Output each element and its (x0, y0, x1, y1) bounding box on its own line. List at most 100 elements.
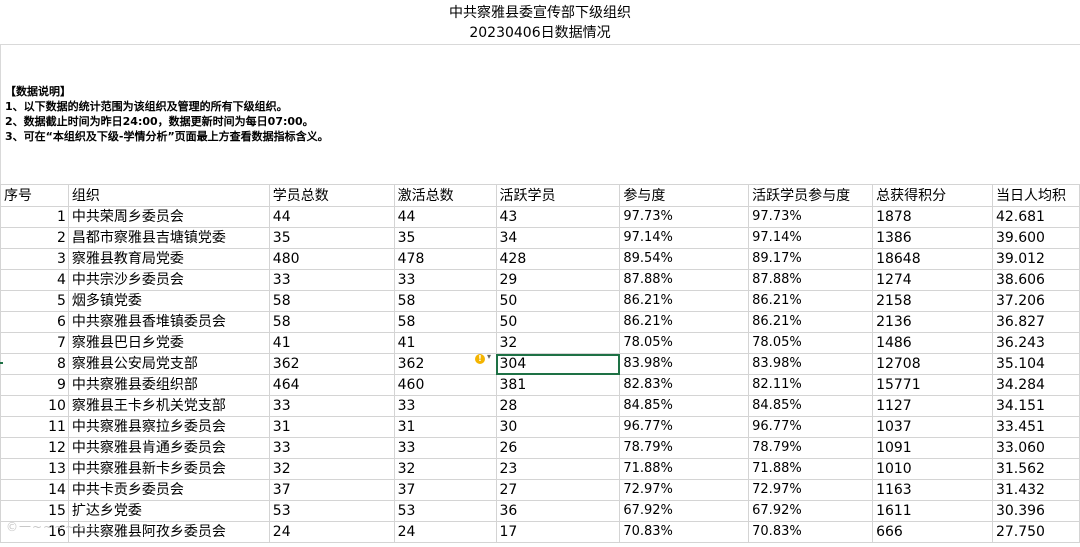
table-row[interactable]: 9 中共察雅县委组织部 464 460 381 82.83% 82.11% 15771 34.2… (0, 374, 1080, 396)
cell-org[interactable]: 察雅县公安局党支部 (67, 353, 270, 375)
cell-points[interactable]: 1386 (872, 227, 993, 249)
cell-active-participation[interactable]: 78.79% (748, 437, 874, 459)
cell-index[interactable]: 6 (0, 311, 69, 333)
cell-org[interactable]: 中共察雅县肯通乡委员会 (67, 437, 270, 459)
cell-activated[interactable]: 33 (393, 437, 497, 459)
cell-avg-points[interactable]: 36.827 (991, 311, 1080, 333)
cell-index[interactable]: 13 (0, 458, 69, 480)
cell-org[interactable]: 扩达乡党委 (67, 500, 270, 522)
cell-avg-points[interactable]: 37.206 (991, 290, 1080, 312)
cell-members[interactable]: 31 (268, 416, 395, 438)
cell-active-participation[interactable]: 96.77% (748, 416, 874, 438)
cell-members[interactable]: 464 (268, 374, 395, 396)
cell-active-participation[interactable]: 71.88% (748, 458, 874, 480)
cell-active[interactable]: 304 (495, 353, 621, 375)
col-header-active-participation[interactable]: 活跃学员参与度 (748, 184, 874, 207)
cell-activated[interactable]: 35 (393, 227, 497, 249)
cell-index[interactable]: 9 (0, 374, 69, 396)
table-row[interactable]: 13 中共察雅县新卡乡委员会 32 32 23 71.88% 71.88% 1010 31.56… (0, 458, 1080, 480)
warning-circle-icon[interactable]: ! (475, 354, 485, 364)
cell-activated[interactable]: 37 (393, 479, 497, 501)
cell-active[interactable]: 26 (495, 437, 621, 459)
table-row[interactable]: 10 察雅县王卡乡机关党支部 33 33 28 84.85% 84.85% 1127 34.15… (0, 395, 1080, 417)
cell-members[interactable]: 58 (268, 311, 395, 333)
col-header-participation[interactable]: 参与度 (619, 184, 750, 207)
cell-activated[interactable]: 460 (393, 374, 497, 396)
cell-active[interactable]: 428 (495, 248, 621, 270)
cell-avg-points[interactable]: 36.243 (991, 332, 1080, 354)
cell-points[interactable]: 1163 (872, 479, 993, 501)
table-row[interactable]: 2 昌都市察雅县吉塘镇党委 35 35 34 97.14% 97.14% 1386 39.600 (0, 227, 1080, 249)
cell-avg-points[interactable]: 31.562 (991, 458, 1080, 480)
cell-org[interactable]: 中共察雅县阿孜乡委员会 (67, 521, 270, 543)
cell-activated[interactable]: 31 (393, 416, 497, 438)
cell-active-participation[interactable]: 82.11% (748, 374, 874, 396)
cell-active[interactable]: 50 (495, 290, 621, 312)
table-row[interactable]: 8 察雅县公安局党支部 362 362 304 83.98% 83.98% 12708 35.1… (0, 353, 1080, 375)
cell-index[interactable]: 4 (0, 269, 69, 291)
cell-org[interactable]: 察雅县王卡乡机关党支部 (67, 395, 270, 417)
cell-points[interactable]: 15771 (872, 374, 993, 396)
cell-members[interactable]: 362 (268, 353, 395, 375)
col-header-points[interactable]: 总获得积分 (872, 184, 993, 207)
col-header-avg-points[interactable]: 当日人均积 (991, 184, 1080, 207)
cell-org[interactable]: 察雅县巴日乡党委 (67, 332, 270, 354)
cell-participation[interactable]: 97.14% (619, 227, 750, 249)
chevron-down-icon[interactable]: ▾ (487, 352, 491, 361)
cell-org[interactable]: 中共察雅县察拉乡委员会 (67, 416, 270, 438)
cell-activated[interactable]: 58 (393, 311, 497, 333)
cell-participation[interactable]: 70.83% (619, 521, 750, 543)
cell-active-participation[interactable]: 78.05% (748, 332, 874, 354)
cell-points[interactable]: 1091 (872, 437, 993, 459)
cell-activated[interactable]: 33 (393, 395, 497, 417)
cell-participation[interactable]: 86.21% (619, 311, 750, 333)
cell-members[interactable]: 33 (268, 395, 395, 417)
table-row[interactable]: 6 中共察雅县香堆镇委员会 58 58 50 86.21% 86.21% 2136 36.827 (0, 311, 1080, 333)
cell-avg-points[interactable]: 34.284 (991, 374, 1080, 396)
cell-active-participation[interactable]: 72.97% (748, 479, 874, 501)
col-header-index[interactable]: 序号 (0, 184, 69, 207)
cell-active-participation[interactable]: 86.21% (748, 290, 874, 312)
table-row[interactable]: 3 察雅县教育局党委 480 478 428 89.54% 89.17% 18648 39.01… (0, 248, 1080, 270)
cell-participation[interactable]: 67.92% (619, 500, 750, 522)
cell-points[interactable]: 1611 (872, 500, 993, 522)
cell-active[interactable]: 23 (495, 458, 621, 480)
col-header-members[interactable]: 学员总数 (268, 184, 395, 207)
table-row[interactable]: 5 烟多镇党委 58 58 50 86.21% 86.21% 2158 37.206 (0, 290, 1080, 312)
cell-active[interactable]: 30 (495, 416, 621, 438)
cell-activated[interactable]: 478 (393, 248, 497, 270)
table-row[interactable]: 12 中共察雅县肯通乡委员会 33 33 26 78.79% 78.79% 1091 33.06… (0, 437, 1080, 459)
cell-members[interactable]: 33 (268, 269, 395, 291)
cell-active-participation[interactable]: 87.88% (748, 269, 874, 291)
cell-points[interactable]: 2136 (872, 311, 993, 333)
cell-activated[interactable]: 41 (393, 332, 497, 354)
cell-avg-points[interactable]: 42.681 (991, 206, 1080, 228)
cell-active-participation[interactable]: 84.85% (748, 395, 874, 417)
cell-active[interactable]: 36 (495, 500, 621, 522)
cell-members[interactable]: 24 (268, 521, 395, 543)
cell-points[interactable]: 18648 (872, 248, 993, 270)
cell-active[interactable]: 381 (495, 374, 621, 396)
cell-org[interactable]: 中共察雅县委组织部 (67, 374, 270, 396)
cell-org[interactable]: 中共卡贡乡委员会 (67, 479, 270, 501)
cell-active-participation[interactable]: 83.98% (748, 353, 874, 375)
cell-index[interactable]: 1 (0, 206, 69, 228)
cell-index[interactable]: 10 (0, 395, 69, 417)
cell-members[interactable]: 35 (268, 227, 395, 249)
table-row[interactable]: 15 扩达乡党委 53 53 36 67.92% 67.92% 1611 30.396 (0, 500, 1080, 522)
cell-members[interactable]: 37 (268, 479, 395, 501)
cell-index[interactable]: 11 (0, 416, 69, 438)
table-row[interactable]: 11 中共察雅县察拉乡委员会 31 31 30 96.77% 96.77% 1037 33.45… (0, 416, 1080, 438)
table-row[interactable]: 16 中共察雅县阿孜乡委员会 24 24 17 70.83% 70.83% 666 27.750 (0, 521, 1080, 543)
table-row[interactable]: 1 中共荣周乡委员会 44 44 43 97.73% 97.73% 1878 42.681 (0, 206, 1080, 228)
cell-participation[interactable]: 96.77% (619, 416, 750, 438)
cell-index[interactable]: 12 (0, 437, 69, 459)
cell-active-participation[interactable]: 86.21% (748, 311, 874, 333)
cell-activated[interactable]: 58 (393, 290, 497, 312)
cell-members[interactable]: 53 (268, 500, 395, 522)
cell-participation[interactable]: 83.98% (619, 353, 750, 375)
table-row[interactable]: 7 察雅县巴日乡党委 41 41 32 78.05% 78.05% 1486 36.243 (0, 332, 1080, 354)
cell-points[interactable]: 1878 (872, 206, 993, 228)
cell-points[interactable]: 1010 (872, 458, 993, 480)
cell-avg-points[interactable]: 38.606 (991, 269, 1080, 291)
